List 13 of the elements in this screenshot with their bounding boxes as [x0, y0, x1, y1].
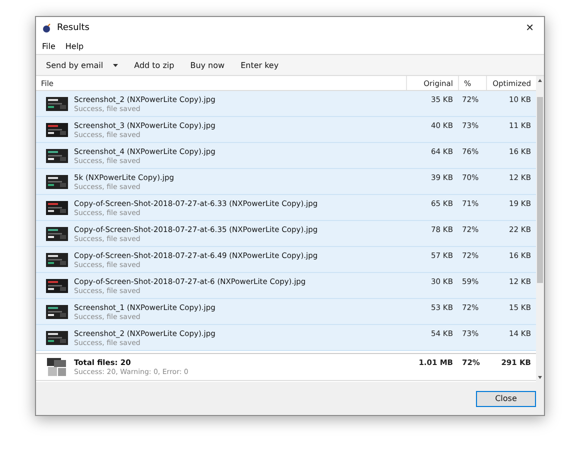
menu-item[interactable]: File	[42, 42, 56, 51]
toolbar-button[interactable]: Buy now	[184, 58, 231, 72]
menu-item[interactable]: Help	[65, 42, 84, 51]
caret-icon	[113, 64, 118, 66]
scrollbar[interactable]	[536, 76, 544, 382]
close-button[interactable]: ✕	[522, 22, 538, 34]
toolbar-button[interactable]: Enter key	[234, 58, 285, 72]
bomb-icon	[42, 23, 52, 33]
close-button[interactable]: Close	[476, 390, 536, 406]
toolbar-button[interactable]: Add to zip	[128, 58, 180, 72]
toolbar-button[interactable]: Send by email	[40, 58, 124, 72]
files-icon	[46, 357, 68, 377]
window-title: Results	[57, 23, 90, 33]
